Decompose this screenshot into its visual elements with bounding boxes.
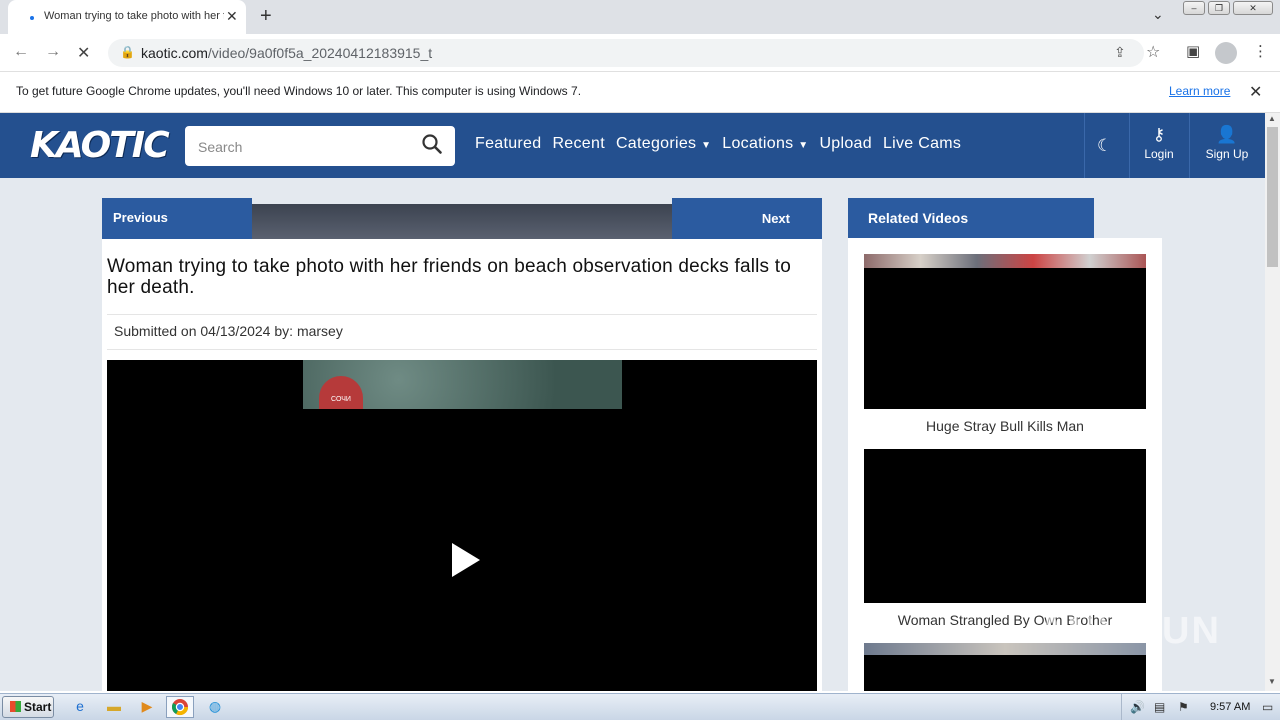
side-panel-icon[interactable]: ▣ bbox=[1186, 42, 1200, 60]
browser-toolbar: ← → ✕ 🔒 kaotic.com/video/9a0f0f5a_202404… bbox=[0, 34, 1280, 72]
system-tray: 🔊 ▤ ⚑ 9:57 AM ▭ bbox=[1121, 694, 1280, 720]
loading-spinner-icon bbox=[30, 16, 34, 20]
bookmark-star-icon[interactable]: ☆ bbox=[1146, 42, 1160, 62]
windows-logo-icon bbox=[10, 701, 21, 712]
tab-close-icon[interactable]: ✕ bbox=[226, 8, 238, 25]
site-logo[interactable]: KAOTIC bbox=[30, 125, 170, 166]
previous-button[interactable]: Previous bbox=[102, 198, 252, 239]
profile-avatar-icon[interactable] bbox=[1215, 42, 1237, 64]
restore-icon[interactable]: ❐ bbox=[1208, 1, 1230, 15]
login-button[interactable]: ⚷ Login bbox=[1129, 125, 1189, 161]
window-close-icon[interactable]: ✕ bbox=[1233, 1, 1273, 15]
infobar-close-icon[interactable]: ✕ bbox=[1249, 82, 1262, 102]
url-text: kaotic.com/video/9a0f0f5a_20240412183915… bbox=[141, 45, 433, 61]
search-icon[interactable] bbox=[421, 133, 443, 158]
login-label: Login bbox=[1144, 147, 1174, 161]
nav-locations[interactable]: Locations ▼ bbox=[722, 135, 808, 153]
minimize-icon[interactable]: – bbox=[1183, 1, 1205, 15]
learn-more-link[interactable]: Learn more bbox=[1169, 84, 1230, 98]
author-link[interactable]: marsey bbox=[297, 323, 343, 339]
key-icon: ⚷ bbox=[1152, 125, 1166, 144]
window-controls: – ❐ ✕ bbox=[1183, 1, 1273, 15]
related-videos-header: Related Videos bbox=[848, 198, 1094, 238]
volume-icon[interactable]: 🔊 bbox=[1130, 700, 1145, 714]
page-viewport: KAOTIC Search Featured Recent Categories… bbox=[0, 113, 1265, 691]
back-icon[interactable]: ← bbox=[13, 43, 29, 61]
menu-kebab-icon[interactable]: ⋮ bbox=[1253, 42, 1268, 60]
browser-tab-strip: Woman trying to take photo with her frie… bbox=[0, 0, 1280, 34]
related-video-thumbnail[interactable] bbox=[864, 449, 1146, 603]
site-header: KAOTIC Search Featured Recent Categories… bbox=[0, 113, 1265, 178]
ie-icon[interactable]: e bbox=[70, 698, 90, 716]
anyrun-watermark: ANY.RUN bbox=[1038, 610, 1221, 652]
action-center-flag-icon[interactable]: ⚑ bbox=[1178, 700, 1189, 714]
main-nav: Featured Recent Categories ▼ Locations ▼… bbox=[475, 135, 961, 153]
tab-title: Woman trying to take photo with her frie… bbox=[44, 10, 224, 22]
next-button[interactable]: Next bbox=[672, 198, 822, 239]
caret-down-icon: ▼ bbox=[701, 140, 712, 151]
show-desktop-icon[interactable]: ▭ bbox=[1262, 700, 1273, 714]
search-input[interactable]: Search bbox=[185, 126, 455, 166]
lock-icon[interactable]: 🔒 bbox=[120, 45, 135, 59]
scroll-up-icon[interactable]: ▲ bbox=[1268, 114, 1276, 123]
media-player-icon[interactable]: ▶ bbox=[137, 698, 157, 716]
header-divider bbox=[1084, 113, 1085, 178]
browser-tab[interactable]: Woman trying to take photo with her frie… bbox=[8, 0, 246, 34]
video-title: Woman trying to take photo with her frie… bbox=[107, 256, 791, 298]
forward-icon[interactable]: → bbox=[45, 43, 61, 61]
signup-button[interactable]: 👤 Sign Up bbox=[1197, 125, 1257, 161]
chrome-icon[interactable] bbox=[166, 696, 194, 718]
tab-search-chevron-icon[interactable]: ⌄ bbox=[1152, 6, 1164, 23]
nav-featured[interactable]: Featured bbox=[475, 135, 541, 153]
network-icon[interactable]: ▤ bbox=[1154, 700, 1165, 714]
infobar-message: To get future Google Chrome updates, you… bbox=[16, 84, 582, 98]
new-tab-icon[interactable]: + bbox=[260, 5, 272, 28]
related-video-title[interactable]: Huge Stray Bull Kills Man bbox=[864, 418, 1146, 434]
start-button[interactable]: Start bbox=[2, 696, 54, 718]
nav-upload[interactable]: Upload bbox=[819, 135, 872, 153]
related-video-thumbnail[interactable] bbox=[864, 254, 1146, 409]
address-bar[interactable]: 🔒 kaotic.com/video/9a0f0f5a_202404121839… bbox=[108, 39, 1160, 67]
nav-recent[interactable]: Recent bbox=[552, 135, 605, 153]
caret-down-icon: ▼ bbox=[798, 140, 809, 151]
signup-label: Sign Up bbox=[1205, 147, 1249, 161]
related-video-item[interactable]: Huge Stray Bull Kills Man bbox=[864, 254, 1146, 434]
windows-taskbar: Start e ▬ ▶ ◍ 🔊 ▤ ⚑ 9:57 AM ▭ bbox=[0, 693, 1280, 720]
scroll-down-icon[interactable]: ▼ bbox=[1268, 677, 1276, 686]
folder-icon[interactable]: ▬ bbox=[104, 698, 124, 716]
nav-categories[interactable]: Categories ▼ bbox=[616, 135, 711, 153]
related-video-item[interactable]: Woman Strangled By Own Brother bbox=[864, 449, 1146, 628]
nav-live-cams[interactable]: Live Cams bbox=[883, 135, 961, 153]
submission-meta: Submitted on 04/13/2024 by: marsey bbox=[107, 314, 817, 350]
add-user-icon: 👤 bbox=[1216, 125, 1238, 144]
stop-loading-icon[interactable]: ✕ bbox=[77, 43, 90, 63]
edge-icon[interactable]: ◍ bbox=[205, 698, 225, 716]
video-player[interactable]: СОЧИ bbox=[107, 360, 817, 691]
channel-logo: СОЧИ bbox=[319, 376, 363, 409]
nav-bar-strip bbox=[252, 204, 672, 239]
header-divider bbox=[1189, 113, 1190, 178]
dark-mode-moon-icon[interactable]: ☾ bbox=[1097, 136, 1112, 156]
video-card: Woman trying to take photo with her frie… bbox=[102, 239, 822, 691]
scrollbar-thumb[interactable] bbox=[1267, 127, 1278, 267]
update-infobar: To get future Google Chrome updates, you… bbox=[0, 72, 1280, 113]
video-preview-frame: СОЧИ bbox=[303, 360, 622, 409]
clock[interactable]: 9:57 AM bbox=[1210, 701, 1250, 713]
search-placeholder: Search bbox=[198, 139, 243, 155]
share-icon[interactable]: ⇪ bbox=[1114, 44, 1126, 61]
submission-date: 04/13/2024 bbox=[200, 323, 271, 339]
play-icon[interactable] bbox=[452, 543, 480, 577]
page-scrollbar[interactable]: ▲ ▼ bbox=[1265, 113, 1280, 691]
